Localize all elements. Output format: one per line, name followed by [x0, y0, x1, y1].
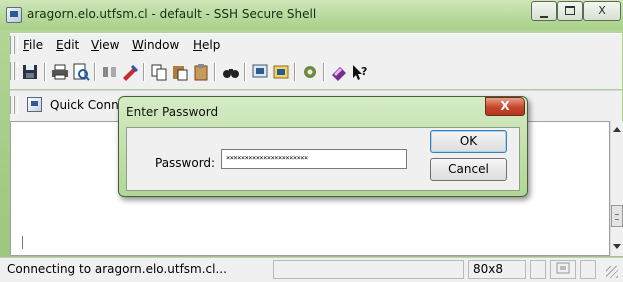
- status-bar: Connecting to aragorn.elo.utfsm.cl... 80…: [0, 257, 623, 282]
- scroll-up-arrow-icon[interactable]: [613, 127, 621, 132]
- status-panel-empty: [273, 260, 464, 279]
- resize-grip-icon[interactable]: [606, 266, 618, 278]
- menubar-grip-inner: [14, 36, 18, 54]
- password-label: Password:: [155, 156, 216, 170]
- title-bar[interactable]: aragorn.elo.utfsm.cl - default - SSH Sec…: [0, 0, 623, 30]
- new-file-transfer-icon[interactable]: [271, 62, 291, 82]
- scroll-thumb[interactable]: [611, 205, 623, 227]
- find-icon[interactable]: [221, 62, 241, 82]
- paste-icon[interactable]: [170, 62, 190, 82]
- toolbar-separator: [143, 63, 145, 81]
- menu-file[interactable]: File: [20, 37, 46, 53]
- password-input[interactable]: ××××××××××××××××××××××: [221, 149, 407, 169]
- menu-edit[interactable]: Edit: [53, 37, 82, 53]
- terminal-cursor: [22, 236, 23, 249]
- help-book-icon[interactable]: [329, 62, 349, 82]
- quickbar-grip-inner: [14, 96, 18, 114]
- save-icon[interactable]: [20, 62, 40, 82]
- quick-connect-icon: [27, 97, 42, 112]
- status-message: Connecting to aragorn.elo.utfsm.cl...: [7, 262, 227, 276]
- maximize-icon: [565, 6, 575, 15]
- ok-button[interactable]: OK: [430, 130, 507, 153]
- copy-icon[interactable]: [149, 62, 169, 82]
- toolbar-grip-inner: [14, 62, 18, 80]
- settings-icon[interactable]: [120, 62, 140, 82]
- status-panel-small-2: [580, 260, 596, 279]
- app-terminal-icon[interactable]: [6, 7, 22, 23]
- terminal-size-indicator: 80x8: [468, 260, 526, 279]
- svg-text:?: ?: [361, 65, 367, 78]
- toolbar: ?: [10, 56, 622, 89]
- context-help-icon[interactable]: ?: [350, 62, 370, 82]
- print-icon[interactable]: [50, 62, 70, 82]
- menu-help[interactable]: Help: [190, 37, 223, 53]
- quick-connect-button[interactable]: Quick Conn: [50, 98, 119, 112]
- cancel-button[interactable]: Cancel: [430, 158, 507, 181]
- toolbar-separator: [44, 63, 46, 81]
- dialog-body: Password: ×××××××××××××××××××××× OK Canc…: [126, 127, 520, 191]
- menu-view[interactable]: View: [88, 37, 122, 53]
- close-icon: X: [500, 99, 510, 113]
- menu-window[interactable]: Window: [129, 37, 182, 53]
- connection-status-icon: [556, 262, 570, 274]
- ssh-client-window: aragorn.elo.utfsm.cl - default - SSH Sec…: [0, 0, 623, 282]
- disconnect-icon[interactable]: [100, 62, 120, 82]
- profiles-icon[interactable]: [300, 62, 320, 82]
- scroll-down-arrow-icon[interactable]: [613, 244, 621, 249]
- maximize-button[interactable]: [557, 1, 583, 21]
- toolbar-separator: [214, 63, 216, 81]
- toolbar-separator: [94, 63, 96, 81]
- minimize-button[interactable]: [531, 1, 557, 21]
- close-icon: X: [598, 4, 606, 17]
- print-preview-icon[interactable]: [71, 62, 91, 82]
- enter-password-dialog: Enter Password X Password: ×××××××××××××…: [118, 96, 528, 197]
- minimize-icon: [540, 16, 548, 18]
- status-panel-icon: [550, 260, 576, 279]
- terminal-scrollbar[interactable]: [610, 121, 623, 256]
- toolbar-separator: [244, 63, 246, 81]
- window-title: aragorn.elo.utfsm.cl - default - SSH Sec…: [27, 7, 317, 21]
- dialog-close-button[interactable]: X: [485, 97, 525, 116]
- status-panel-small: [530, 260, 546, 279]
- paste-clipboard-icon[interactable]: [191, 62, 211, 82]
- close-window-button[interactable]: X: [583, 1, 621, 21]
- dialog-title: Enter Password: [126, 105, 219, 119]
- toolbar-separator: [323, 63, 325, 81]
- menu-bar: File Edit View Window Help: [10, 33, 622, 56]
- new-terminal-icon[interactable]: [250, 62, 270, 82]
- toolbar-separator: [294, 63, 296, 81]
